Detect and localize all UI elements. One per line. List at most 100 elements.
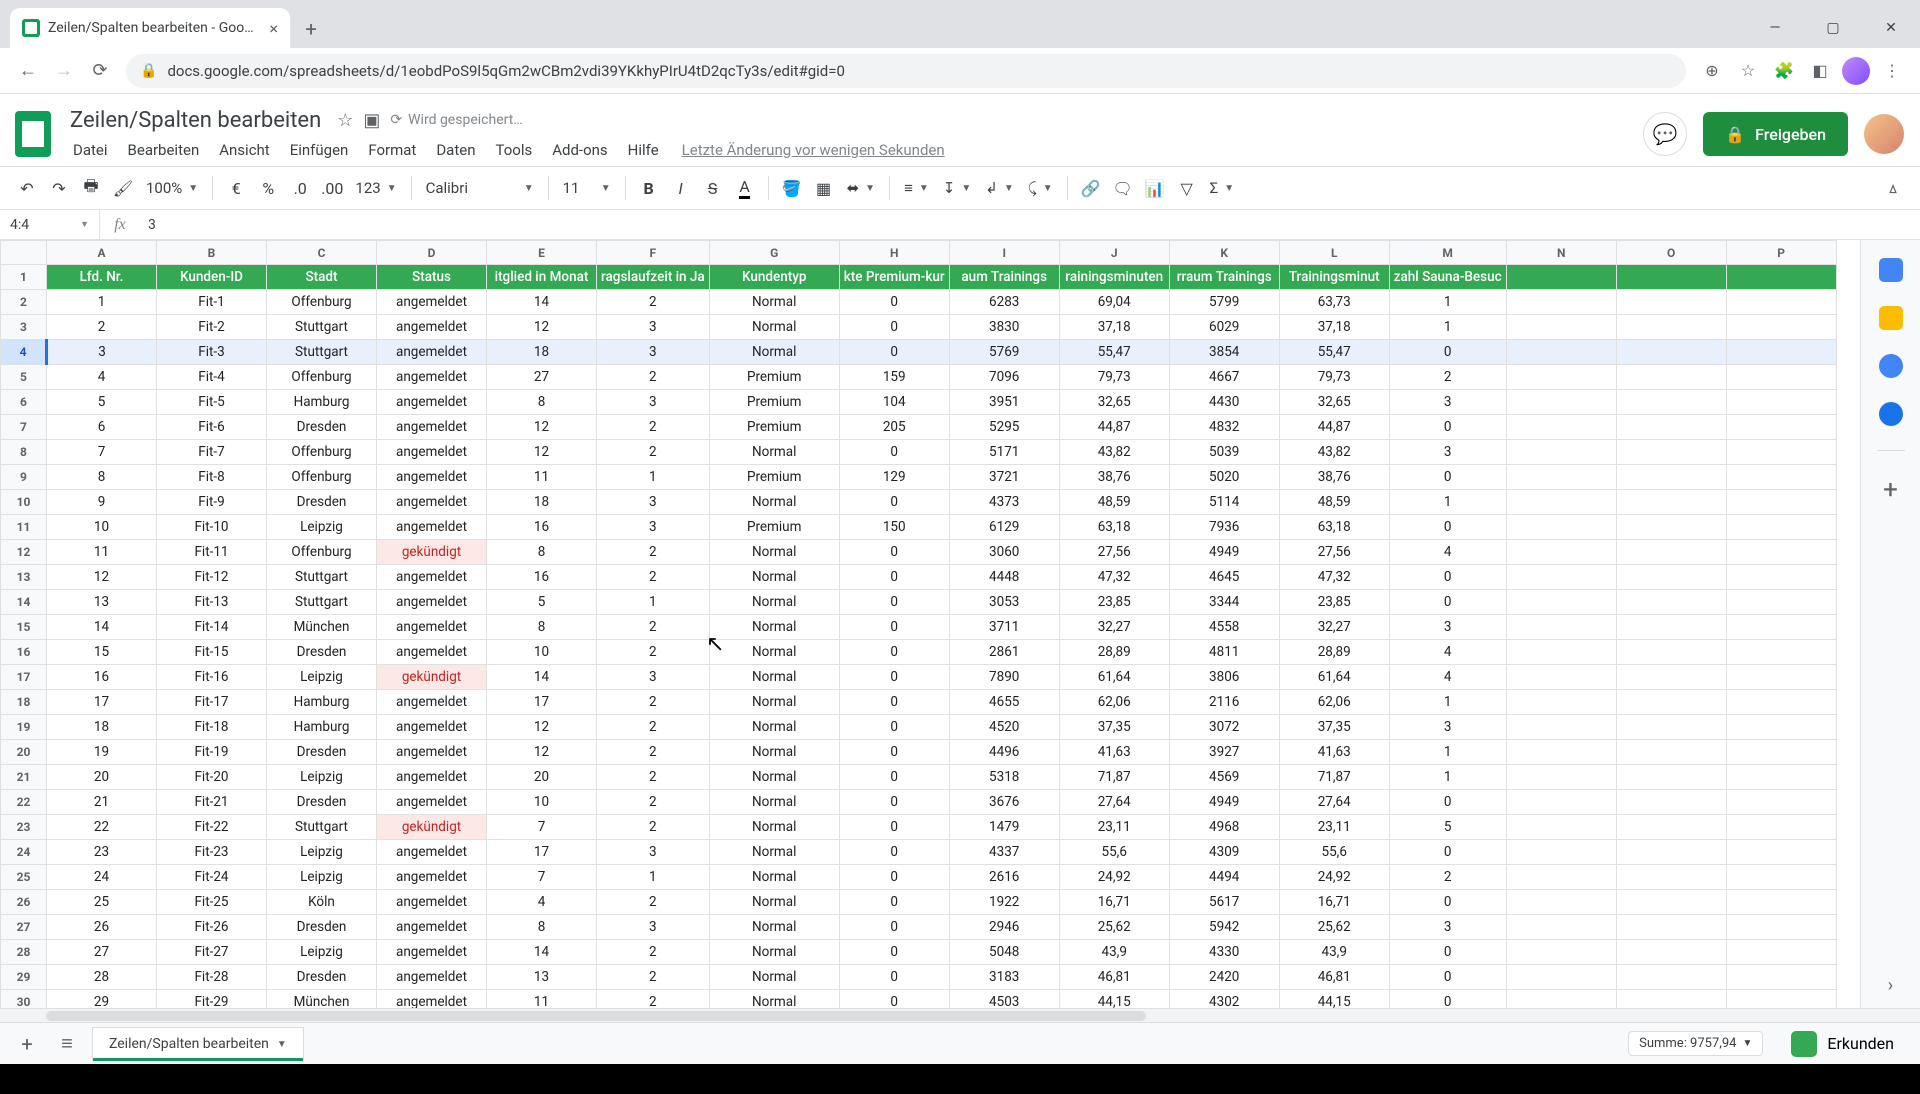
cell-J8[interactable]: 43,82 bbox=[1059, 440, 1169, 465]
cell-J7[interactable]: 44,87 bbox=[1059, 415, 1169, 440]
cell-J26[interactable]: 16,71 bbox=[1059, 890, 1169, 915]
col-header-G[interactable]: G bbox=[709, 241, 839, 265]
cell-E11[interactable]: 16 bbox=[487, 515, 597, 540]
cell-P3[interactable] bbox=[1726, 315, 1836, 340]
cell-E30[interactable]: 11 bbox=[487, 990, 597, 1009]
cell-M9[interactable]: 0 bbox=[1389, 465, 1506, 490]
cell-L23[interactable]: 23,11 bbox=[1279, 815, 1389, 840]
cell-F25[interactable]: 1 bbox=[597, 865, 710, 890]
cell-D8[interactable]: angemeldet bbox=[377, 440, 487, 465]
cell-N4[interactable] bbox=[1506, 340, 1616, 365]
cell-L4[interactable]: 55,47 bbox=[1279, 340, 1389, 365]
cell-L24[interactable]: 55,6 bbox=[1279, 840, 1389, 865]
wrap-button[interactable]: ↲ ▼ bbox=[979, 173, 1019, 203]
col-header-M[interactable]: M bbox=[1389, 241, 1506, 265]
cell-M14[interactable]: 0 bbox=[1389, 590, 1506, 615]
cell-P5[interactable] bbox=[1726, 365, 1836, 390]
cell-M6[interactable]: 3 bbox=[1389, 390, 1506, 415]
cell-J28[interactable]: 43,9 bbox=[1059, 940, 1169, 965]
col-header-L[interactable]: L bbox=[1279, 241, 1389, 265]
explore-button[interactable]: Erkunden bbox=[1777, 1027, 1908, 1061]
row-header-28[interactable]: 28 bbox=[1, 940, 47, 965]
cell-G26[interactable]: Normal bbox=[709, 890, 839, 915]
cell-J10[interactable]: 48,59 bbox=[1059, 490, 1169, 515]
menu-daten[interactable]: Daten bbox=[427, 137, 484, 163]
header-cell[interactable]: Stadt bbox=[267, 265, 377, 290]
cell-G17[interactable]: Normal bbox=[709, 665, 839, 690]
cell-J19[interactable]: 37,35 bbox=[1059, 715, 1169, 740]
cell-H24[interactable]: 0 bbox=[839, 840, 949, 865]
cell-C7[interactable]: Dresden bbox=[267, 415, 377, 440]
cell-F26[interactable]: 2 bbox=[597, 890, 710, 915]
cell-C25[interactable]: Leipzig bbox=[267, 865, 377, 890]
row-header-6[interactable]: 6 bbox=[1, 390, 47, 415]
cell-A18[interactable]: 17 bbox=[47, 690, 157, 715]
cell-E9[interactable]: 11 bbox=[487, 465, 597, 490]
cell-D6[interactable]: angemeldet bbox=[377, 390, 487, 415]
cell-F13[interactable]: 2 bbox=[597, 565, 710, 590]
row-header-12[interactable]: 12 bbox=[1, 540, 47, 565]
cell-G24[interactable]: Normal bbox=[709, 840, 839, 865]
cell-O15[interactable] bbox=[1616, 615, 1726, 640]
cell-G21[interactable]: Normal bbox=[709, 765, 839, 790]
cell-O19[interactable] bbox=[1616, 715, 1726, 740]
cell-K26[interactable]: 5617 bbox=[1169, 890, 1279, 915]
cell-E6[interactable]: 8 bbox=[487, 390, 597, 415]
contacts-icon[interactable] bbox=[1879, 402, 1903, 426]
cell-O23[interactable] bbox=[1616, 815, 1726, 840]
cell-J11[interactable]: 63,18 bbox=[1059, 515, 1169, 540]
cell-L12[interactable]: 27,56 bbox=[1279, 540, 1389, 565]
cell-H18[interactable]: 0 bbox=[839, 690, 949, 715]
cell-F3[interactable]: 3 bbox=[597, 315, 710, 340]
cell-J15[interactable]: 32,27 bbox=[1059, 615, 1169, 640]
undo-button[interactable]: ↶ bbox=[12, 173, 42, 203]
cell-P7[interactable] bbox=[1726, 415, 1836, 440]
cell-F19[interactable]: 2 bbox=[597, 715, 710, 740]
cell-G25[interactable]: Normal bbox=[709, 865, 839, 890]
cell-P28[interactable] bbox=[1726, 940, 1836, 965]
cell-N27[interactable] bbox=[1506, 915, 1616, 940]
col-header-K[interactable]: K bbox=[1169, 241, 1279, 265]
cell-A7[interactable]: 6 bbox=[47, 415, 157, 440]
cell-D26[interactable]: angemeldet bbox=[377, 890, 487, 915]
cell-A12[interactable]: 11 bbox=[47, 540, 157, 565]
cell-K4[interactable]: 3854 bbox=[1169, 340, 1279, 365]
col-header-H[interactable]: H bbox=[839, 241, 949, 265]
cell-J13[interactable]: 47,32 bbox=[1059, 565, 1169, 590]
zoom-icon[interactable]: ⊕ bbox=[1694, 53, 1730, 89]
cell-M17[interactable]: 4 bbox=[1389, 665, 1506, 690]
header-cell[interactable]: Status bbox=[377, 265, 487, 290]
cell-G8[interactable]: Normal bbox=[709, 440, 839, 465]
cell-B21[interactable]: Fit-20 bbox=[157, 765, 267, 790]
cell-H25[interactable]: 0 bbox=[839, 865, 949, 890]
sheet-menu-icon[interactable]: ▼ bbox=[277, 1039, 287, 1050]
filter-button[interactable]: ▽ bbox=[1172, 173, 1202, 203]
cell-F12[interactable]: 2 bbox=[597, 540, 710, 565]
cell-A27[interactable]: 26 bbox=[47, 915, 157, 940]
cell-I26[interactable]: 1922 bbox=[949, 890, 1059, 915]
cell-K2[interactable]: 5799 bbox=[1169, 290, 1279, 315]
cell-E24[interactable]: 17 bbox=[487, 840, 597, 865]
cell-A3[interactable]: 2 bbox=[47, 315, 157, 340]
cell-A6[interactable]: 5 bbox=[47, 390, 157, 415]
cell-L22[interactable]: 27,64 bbox=[1279, 790, 1389, 815]
col-header-A[interactable]: A bbox=[47, 241, 157, 265]
cell-L13[interactable]: 47,32 bbox=[1279, 565, 1389, 590]
header-cell[interactable]: ragslaufzeit in Ja bbox=[597, 265, 710, 290]
cell-E23[interactable]: 7 bbox=[487, 815, 597, 840]
cell-F22[interactable]: 2 bbox=[597, 790, 710, 815]
cell-C18[interactable]: Hamburg bbox=[267, 690, 377, 715]
cell-G27[interactable]: Normal bbox=[709, 915, 839, 940]
cell-I22[interactable]: 3676 bbox=[949, 790, 1059, 815]
cell-M8[interactable]: 3 bbox=[1389, 440, 1506, 465]
cell-I20[interactable]: 4496 bbox=[949, 740, 1059, 765]
cell-G11[interactable]: Premium bbox=[709, 515, 839, 540]
cell-A22[interactable]: 21 bbox=[47, 790, 157, 815]
cell-B26[interactable]: Fit-25 bbox=[157, 890, 267, 915]
cell-P10[interactable] bbox=[1726, 490, 1836, 515]
nav-reload[interactable]: ⟳ bbox=[82, 53, 118, 89]
cell-D19[interactable]: angemeldet bbox=[377, 715, 487, 740]
cell-D27[interactable]: angemeldet bbox=[377, 915, 487, 940]
strike-button[interactable]: S bbox=[698, 173, 728, 203]
cell-E16[interactable]: 10 bbox=[487, 640, 597, 665]
